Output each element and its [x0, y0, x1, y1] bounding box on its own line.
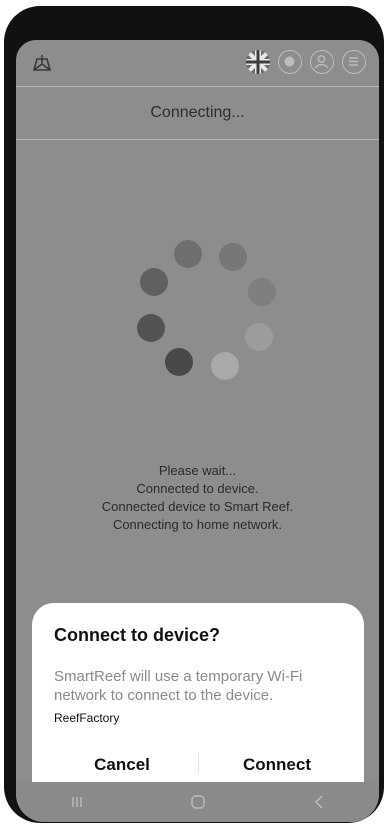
loading-spinner-icon — [137, 240, 276, 380]
button-divider — [198, 754, 199, 772]
status-line: Connected to device. — [136, 481, 259, 496]
recent-apps-icon[interactable] — [57, 787, 97, 817]
dialog-title: Connect to device? — [54, 625, 221, 645]
spinner-dot — [245, 323, 273, 351]
system-nav-bar — [16, 782, 379, 822]
spinner-dot — [137, 314, 165, 342]
connection-status: Please wait... Connected to device. Conn… — [16, 462, 379, 534]
spinner-dot — [248, 278, 276, 306]
app-screen: Connecting... Please wait... Connected t… — [16, 40, 379, 822]
cancel-button[interactable]: Cancel — [52, 749, 192, 781]
spinner-dot — [174, 240, 202, 268]
spinner-dot — [165, 348, 193, 376]
connect-button[interactable]: Connect — [207, 749, 347, 781]
status-line: Connecting to home network. — [112, 517, 283, 532]
status-line: Connected device to Smart Reef. — [101, 499, 294, 514]
dialog-message: SmartReef will use a temporary Wi-Fi net… — [54, 668, 303, 704]
status-line: Please wait... — [158, 463, 237, 478]
back-icon[interactable] — [299, 787, 339, 817]
spinner-dot — [211, 352, 239, 380]
connect-dialog: Connect to device? SmartReef will use a … — [32, 603, 364, 803]
home-icon[interactable] — [178, 787, 218, 817]
spinner-dot — [219, 243, 247, 271]
phone-frame: Connecting... Please wait... Connected t… — [4, 6, 384, 823]
spinner-dot — [140, 268, 168, 296]
dialog-network-name: ReefFactory — [54, 711, 120, 725]
